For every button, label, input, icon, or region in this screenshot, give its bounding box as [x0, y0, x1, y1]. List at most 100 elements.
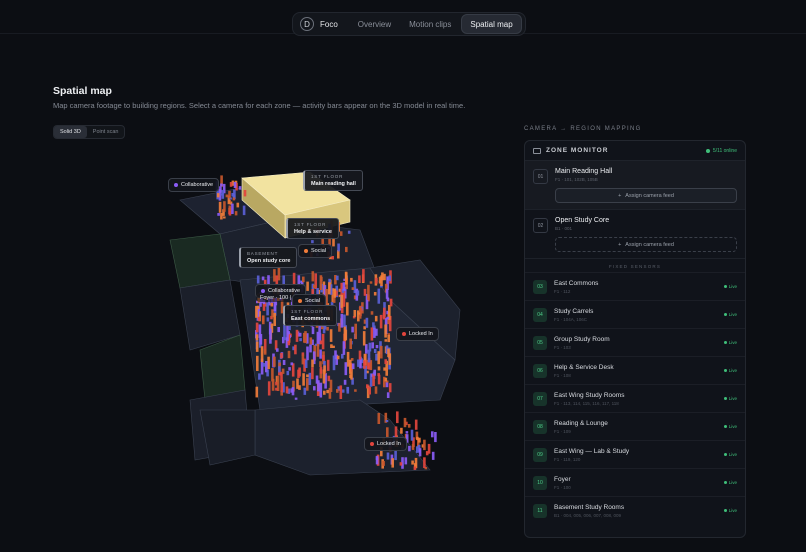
tag-label: Collaborative — [181, 182, 214, 188]
zone-card-east-commons[interactable]: 1ST FLOOR East commons — [283, 305, 338, 326]
activity-bar — [332, 238, 335, 247]
activity-bar — [220, 183, 223, 187]
activity-bar — [347, 230, 351, 234]
sensor-rooms: F1 · 104A, 106C — [554, 316, 588, 322]
activity-bar — [304, 359, 308, 368]
zone-name: East commons — [291, 316, 331, 322]
activity-bar — [231, 203, 234, 214]
mapping-zone-2[interactable]: 02 Open Study Core B1 · 001 + Assign came… — [525, 210, 745, 259]
activity-bar — [370, 327, 374, 341]
activity-bar — [363, 360, 366, 369]
zone-card-main-reading-hall[interactable]: 1ST FLOOR Main reading hall — [303, 170, 363, 191]
live-status: Live — [723, 480, 737, 485]
activity-bar — [313, 284, 316, 288]
view-point-scan-button[interactable]: Point scan — [87, 126, 125, 138]
activity-bar — [238, 186, 242, 190]
activity-bar — [309, 337, 313, 345]
live-label: Live — [728, 508, 737, 513]
tab-spatial-map[interactable]: Spatial map — [461, 14, 522, 34]
tab-motion-clips[interactable]: Motion clips — [401, 14, 459, 34]
activity-bar — [394, 450, 397, 461]
brand-logo-icon: D — [300, 17, 314, 31]
activity-bar — [243, 190, 247, 197]
activity-bar — [346, 302, 349, 316]
sensor-row[interactable]: 11 Basement Study Rooms B1 · 004, 005, 006… — [525, 496, 745, 524]
activity-bar — [275, 275, 279, 284]
activity-bar — [377, 288, 381, 304]
activity-bar — [303, 387, 307, 395]
plus-icon: + — [618, 192, 622, 199]
brand[interactable]: D Foco — [296, 14, 348, 34]
live-status: Live — [723, 340, 737, 345]
activity-bar — [411, 460, 414, 465]
activity-bar — [414, 419, 418, 430]
activity-bar — [342, 341, 346, 355]
sensor-text: East Wing Study Rooms F1 · 113, 114, 115,… — [554, 392, 724, 406]
live-label: Live — [728, 480, 737, 485]
live-status: Live — [723, 452, 737, 457]
activity-bar — [339, 231, 343, 236]
activity-bar — [387, 335, 390, 343]
activity-bar — [413, 466, 417, 470]
activity-bar — [377, 374, 381, 385]
zone-name: Open study core — [247, 258, 291, 264]
activity-bar — [265, 361, 268, 373]
activity-bar — [384, 324, 387, 338]
tab-overview[interactable]: Overview — [350, 14, 399, 34]
tag-social-mid[interactable]: Social — [298, 244, 332, 258]
activity-bar — [298, 367, 301, 377]
sensor-row[interactable]: 10 Foyer F1 · 100 Live — [525, 468, 745, 496]
zone-card-help-service[interactable]: 1ST FLOOR Help & service — [286, 218, 339, 239]
sensor-row[interactable]: 09 East Wing — Lab & Study F1 · 119, 120 Li… — [525, 440, 745, 468]
sensor-name: Study Carrels — [554, 307, 594, 315]
activity-bar — [276, 348, 279, 352]
sensor-rooms: F1 · 112 — [554, 288, 571, 294]
activity-bar — [418, 437, 421, 443]
activity-bar — [410, 429, 414, 441]
activity-bar — [331, 256, 334, 260]
sensor-row[interactable]: 06 Help & Service Desk F1 · 108 Live — [525, 356, 745, 384]
activity-bar — [326, 359, 330, 371]
activity-bar — [362, 269, 365, 282]
activity-bar — [319, 382, 323, 398]
activity-bar — [350, 277, 353, 282]
mapping-zone-1[interactable]: 01 Main Reading Hall F1 · 101, 102B, 105… — [525, 161, 745, 210]
activity-bar — [368, 342, 372, 352]
sensor-row[interactable]: 04 Study Carrels F1 · 104A, 106C Live — [525, 300, 745, 328]
online-status: 5/11 online — [705, 148, 737, 154]
sensor-text: Study Carrels F1 · 104A, 106C — [554, 308, 724, 322]
activity-bar — [267, 356, 270, 370]
sensor-row[interactable]: 03 East Commons F1 · 112 Live — [525, 272, 745, 300]
live-dot-icon — [723, 285, 727, 288]
tag-locked-in-bottom[interactable]: Locked In — [364, 437, 407, 451]
assign-camera-button[interactable]: + Assign camera feed — [555, 237, 737, 252]
activity-bar — [405, 431, 409, 434]
activity-bar — [298, 385, 301, 390]
tag-foyer[interactable]: Foyer · 100 | — [256, 294, 296, 302]
activity-bar — [306, 374, 309, 378]
activity-bar — [382, 461, 385, 466]
zone-card-open-study-core[interactable]: BASEMENT Open study core — [239, 247, 298, 268]
activity-bar — [400, 427, 403, 434]
activity-bar — [423, 439, 426, 451]
activity-bar — [319, 340, 323, 345]
activity-bar — [216, 193, 220, 198]
sensor-text: Foyer F1 · 100 — [554, 476, 724, 490]
zone-floor: BASEMENT — [247, 251, 279, 256]
activity-bar — [333, 288, 336, 296]
activity-bar — [220, 193, 224, 196]
tag-collaborative-top[interactable]: Collaborative — [168, 178, 220, 192]
assign-camera-button[interactable]: + Assign camera feed — [555, 188, 737, 203]
live-label: Live — [728, 312, 737, 317]
spatial-map-3d[interactable]: Collaborative 1ST FLOOR Main reading hal… — [160, 160, 470, 480]
tag-locked-in-right[interactable]: Locked In — [396, 327, 439, 341]
sensor-row[interactable]: 07 East Wing Study Rooms F1 · 113, 114, 11… — [525, 384, 745, 412]
activity-bar — [418, 448, 422, 457]
view-solid-3d-button[interactable]: Solid 3D — [54, 126, 87, 138]
activity-bar — [228, 205, 232, 211]
sensor-rooms: F1 · 109 — [554, 428, 571, 434]
sensor-row[interactable]: 08 Reading & Lounge F1 · 109 Live — [525, 412, 745, 440]
activity-bar — [345, 272, 348, 285]
tag-label: Social — [311, 248, 326, 254]
sensor-row[interactable]: 05 Group Study Room F1 · 103 Live — [525, 328, 745, 356]
